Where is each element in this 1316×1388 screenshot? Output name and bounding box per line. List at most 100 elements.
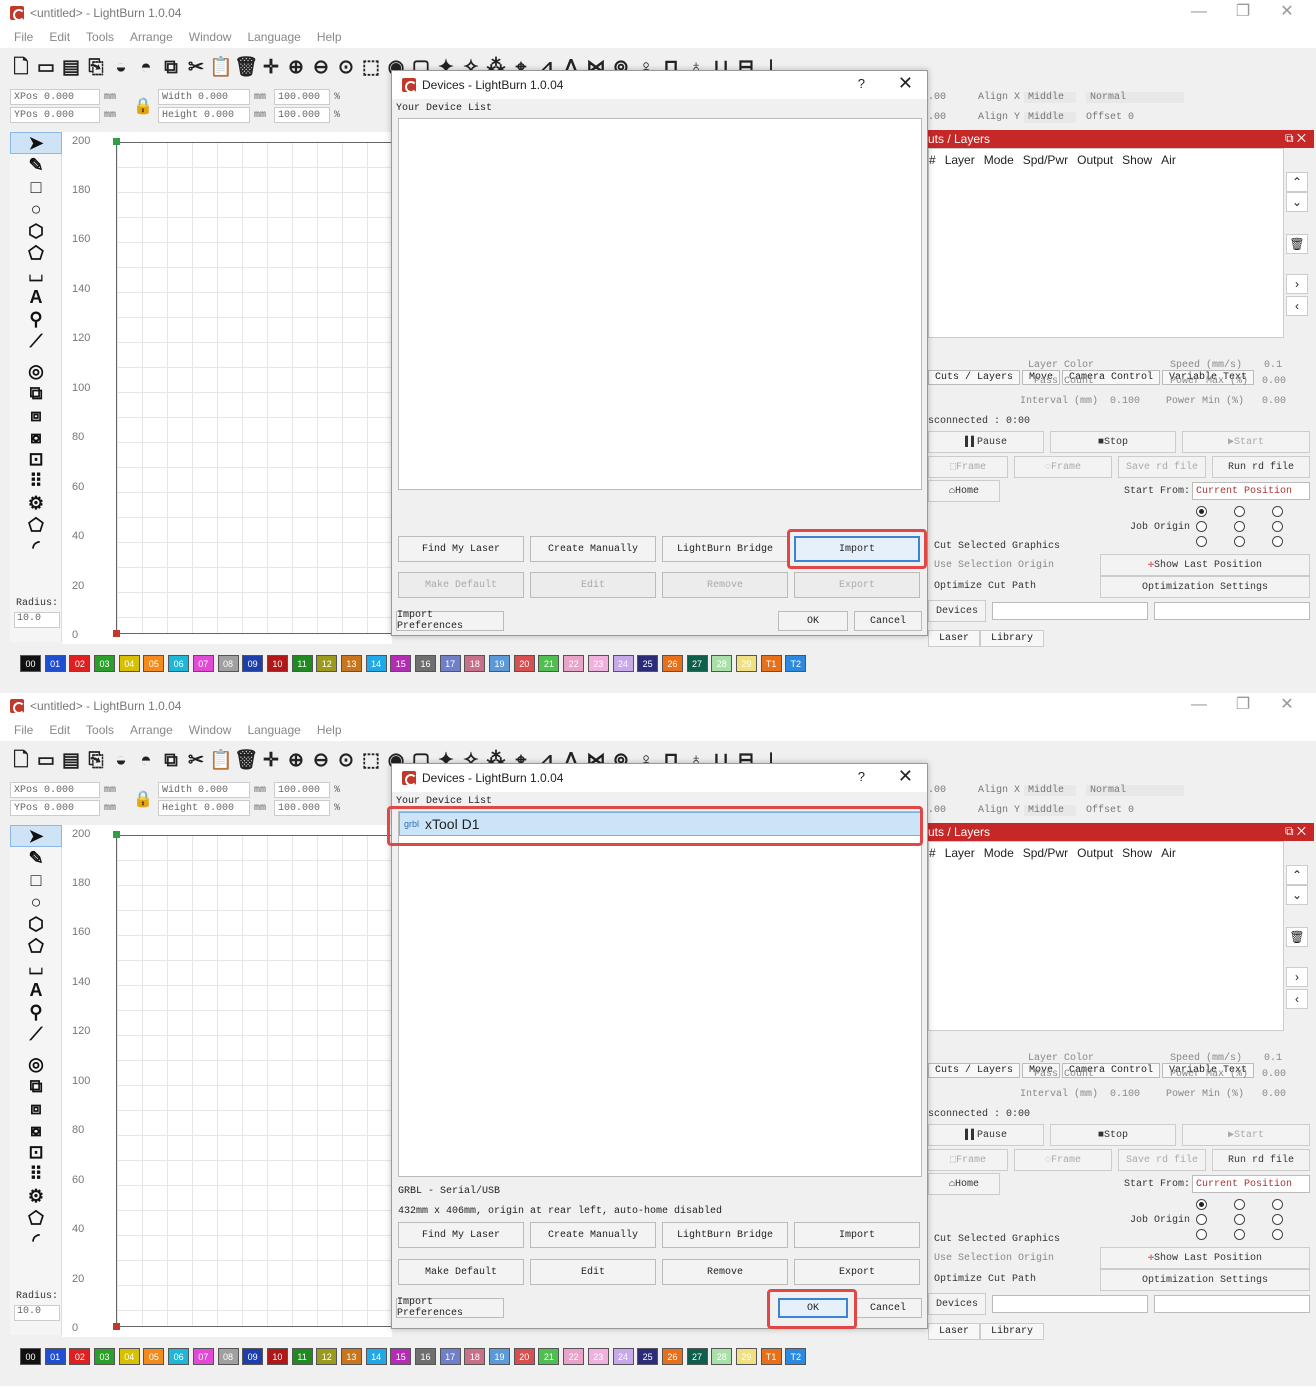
menu-edit[interactable]: Edit (49, 30, 70, 44)
palette-swatch[interactable]: 08 (217, 1348, 239, 1365)
palette-swatch[interactable]: 29 (735, 655, 757, 672)
start-button[interactable]: ▶ Start (1182, 431, 1310, 453)
palette-swatch[interactable]: 12 (316, 1348, 338, 1365)
redo-icon[interactable]: ◓ (135, 56, 157, 78)
menu-tools[interactable]: Tools (86, 723, 114, 737)
import-preferences-button[interactable]: Import Preferences (396, 610, 504, 632)
palette-swatch[interactable]: 02 (69, 655, 91, 672)
palette-swatch[interactable]: 06 (168, 1348, 190, 1365)
new-file-icon[interactable]: 🗋 (10, 749, 32, 771)
power-min-value[interactable]: 0.00 (1262, 396, 1286, 407)
export-button[interactable]: Export (794, 1259, 920, 1285)
paste-icon[interactable]: 📋 (209, 749, 233, 771)
collapse-left-icon[interactable]: ‹ (1286, 296, 1308, 316)
make-default-button[interactable]: Make Default (398, 572, 524, 598)
device-list[interactable]: grbl xTool D1 (398, 811, 922, 1177)
stop-button[interactable]: ■ Stop (1050, 431, 1176, 453)
circular-array-icon[interactable]: ⚙ (10, 1185, 62, 1207)
import-icon[interactable]: ⎘ (85, 56, 107, 78)
palette-swatch[interactable]: 18 (464, 655, 486, 672)
maximize-button[interactable]: ❐ (1222, 695, 1264, 717)
align-x-combo[interactable]: Middle (1024, 784, 1077, 796)
boolean-intersect-icon[interactable]: ⊡ (10, 1141, 62, 1163)
delete-icon[interactable]: 🗑 (234, 56, 258, 78)
stop-button[interactable]: ■ Stop (1050, 1124, 1176, 1146)
expand-right-icon[interactable]: › (1286, 274, 1308, 294)
undo-icon[interactable]: ◒ (110, 749, 132, 771)
width-field[interactable]: Width 0.000 (158, 89, 250, 105)
palette-swatch[interactable]: 28 (711, 655, 733, 672)
frame-tool-icon[interactable]: ⌴ (10, 957, 62, 979)
palette-swatch[interactable]: 20 (513, 1348, 535, 1365)
polygon-tool-icon[interactable]: ⬡ (10, 913, 62, 935)
delete-icon[interactable]: 🗑 (234, 749, 258, 771)
height-field[interactable]: Height 0.000 (158, 800, 250, 816)
node-edit-icon[interactable]: ⬠ (10, 1207, 62, 1229)
copy-icon[interactable]: ⧉ (160, 56, 182, 78)
weld-tool-icon[interactable]: ⧉ (10, 382, 62, 404)
menu-file[interactable]: File (14, 30, 33, 44)
xpos-field[interactable]: XPos 0.000 (10, 89, 100, 105)
tab-cuts-layers[interactable]: Cuts / Layers (928, 370, 1021, 385)
lightburn-bridge-button[interactable]: LightBurn Bridge (662, 536, 788, 562)
remove-button[interactable]: Remove (662, 1259, 788, 1285)
menu-arrange[interactable]: Arrange (130, 723, 173, 737)
palette-swatch[interactable]: T1 (760, 1348, 782, 1365)
palette-swatch[interactable]: 03 (94, 1348, 116, 1365)
palette-swatch[interactable]: 26 (661, 1348, 683, 1365)
device-combo[interactable] (992, 602, 1148, 620)
origin-radio[interactable] (1196, 521, 1207, 532)
origin-radio[interactable] (1196, 1199, 1207, 1210)
home-button[interactable]: ⌂ Home (928, 480, 1000, 502)
palette-swatch[interactable]: 19 (489, 655, 511, 672)
palette-swatch[interactable]: 14 (365, 655, 387, 672)
speed-value[interactable]: 0.1 (1264, 360, 1282, 371)
palette-swatch[interactable]: T2 (785, 655, 807, 672)
pause-button[interactable]: ▌▌ Pause (928, 431, 1044, 453)
home-button[interactable]: ⌂ Home (928, 1173, 1000, 1195)
palette-swatch[interactable]: 16 (415, 655, 436, 672)
power-min-value[interactable]: 0.00 (1262, 1089, 1286, 1100)
zoom-in-icon[interactable]: ⊕ (285, 749, 307, 771)
menu-edit[interactable]: Edit (49, 723, 70, 737)
value-field[interactable]: .00 (928, 92, 964, 103)
ok-button[interactable]: OK (778, 611, 848, 631)
palette-swatch[interactable]: 17 (439, 1348, 461, 1365)
palette-swatch[interactable]: 01 (44, 655, 66, 672)
scale-y-field[interactable]: 100.000 (274, 800, 331, 816)
palette-swatch[interactable]: 22 (563, 1348, 585, 1365)
open-folder-icon[interactable]: ▭ (35, 56, 57, 78)
xpos-field[interactable]: XPos 0.000 (10, 782, 100, 798)
optimize-cut-path-checkbox[interactable]: Optimize Cut Path (934, 581, 1036, 592)
show-last-position-button[interactable]: ✛ Show Last Position (1100, 1247, 1310, 1269)
frame-rect-button[interactable]: ⬚ Frame (928, 456, 1008, 478)
boolean-subtract-icon[interactable]: ⧇ (10, 426, 62, 448)
align-y-combo[interactable]: Middle (1024, 804, 1077, 816)
float-close-icon[interactable]: ⧉ ✕ (1285, 131, 1306, 146)
expand-right-icon[interactable]: › (1286, 967, 1308, 987)
origin-radio[interactable] (1234, 521, 1245, 532)
cancel-button[interactable]: Cancel (854, 611, 922, 631)
remove-button[interactable]: Remove (662, 572, 788, 598)
origin-radio[interactable] (1234, 506, 1245, 517)
palette-swatch[interactable]: 11 (291, 655, 313, 672)
undo-icon[interactable]: ◒ (110, 56, 132, 78)
menu-help[interactable]: Help (317, 30, 342, 44)
tab-library[interactable]: Library (980, 1323, 1045, 1340)
collapse-left-icon[interactable]: ‹ (1286, 989, 1308, 1009)
zoom-fit-icon[interactable]: ⊙ (335, 56, 357, 78)
ypos-field[interactable]: YPos 0.000 (10, 800, 100, 816)
palette-swatch[interactable]: 06 (168, 655, 190, 672)
menu-arrange[interactable]: Arrange (130, 30, 173, 44)
frame-tool-icon[interactable]: ⌴ (10, 264, 62, 286)
interval-value[interactable]: 0.100 (1110, 1089, 1140, 1100)
palette-swatch[interactable]: 12 (316, 655, 338, 672)
lock-aspect-icon[interactable]: 🔒 (133, 96, 153, 116)
origin-radio[interactable] (1234, 1229, 1245, 1240)
corner-radius-icon[interactable]: ◜ (10, 1229, 62, 1251)
polygon-tool-icon[interactable]: ⬡ (10, 220, 62, 242)
boolean-union-icon[interactable]: ⧈ (10, 404, 62, 426)
move-icon[interactable]: ✛ (260, 749, 282, 771)
layers-table[interactable]: # Layer Mode Spd/Pwr Output Show Air (928, 841, 1284, 1031)
origin-radio[interactable] (1196, 1229, 1207, 1240)
